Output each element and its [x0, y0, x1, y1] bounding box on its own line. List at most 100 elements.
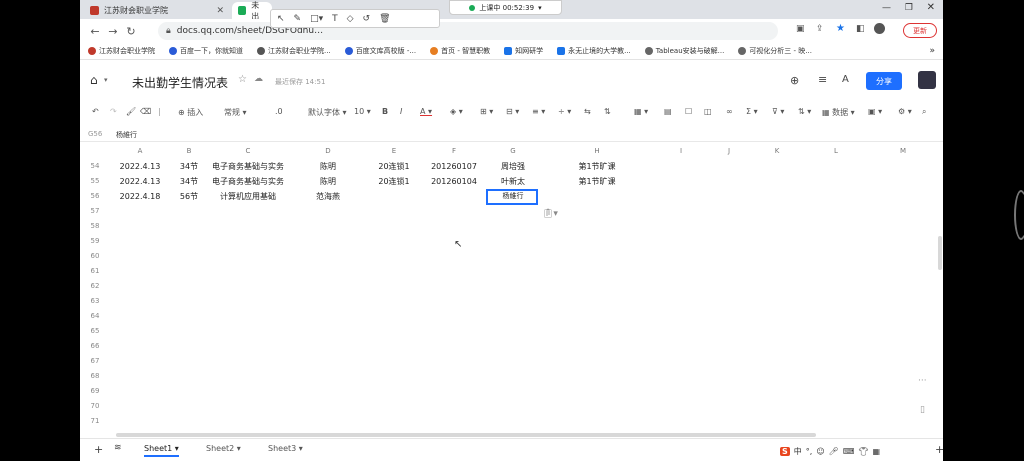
punct-icon[interactable]: °,: [806, 447, 813, 456]
row-header[interactable]: 57: [80, 204, 110, 219]
row-header[interactable]: 70: [80, 399, 110, 414]
sum-icon[interactable]: Σ ▾: [746, 107, 758, 116]
col-header-j[interactable]: J: [706, 145, 752, 158]
chevron-down-icon[interactable]: ▾: [104, 76, 108, 84]
filter-icon[interactable]: ⊽ ▾: [772, 107, 784, 116]
row-header[interactable]: 69: [80, 384, 110, 399]
formula-input[interactable]: 杨維行: [116, 130, 137, 140]
col-header-c[interactable]: C: [208, 145, 288, 158]
cell[interactable]: 2022.4.18: [110, 189, 170, 204]
text-dir-icon[interactable]: ⇅: [604, 107, 611, 116]
emoji-icon[interactable]: ☺: [816, 447, 824, 456]
cell[interactable]: [420, 189, 488, 204]
format-painter-icon[interactable]: 🖌︎: [126, 107, 136, 116]
bookmark-6[interactable]: 永无止境的大学教...: [557, 46, 631, 56]
col-header-e[interactable]: E: [368, 145, 420, 158]
row-header[interactable]: 56: [80, 189, 110, 204]
restore-icon[interactable]: ❐: [905, 3, 913, 13]
profile-avatar[interactable]: [874, 23, 885, 34]
close-tab-icon[interactable]: ✕: [216, 6, 224, 16]
cell[interactable]: 2022.4.13: [110, 174, 170, 189]
sheet-list-icon[interactable]: ≋: [114, 443, 122, 453]
spreadsheet-grid[interactable]: A B C D E F G H I J K L M 54 55 56 57 58…: [80, 145, 943, 430]
decimal-button[interactable]: .0: [275, 107, 283, 116]
search-icon[interactable]: ⌕: [922, 107, 926, 117]
shape-icon[interactable]: □▾: [310, 14, 323, 24]
pen-icon[interactable]: ✎: [294, 14, 302, 24]
row-header[interactable]: 67: [80, 354, 110, 369]
cell[interactable]: 201260104: [420, 174, 488, 189]
vertical-scrollbar[interactable]: [938, 236, 942, 270]
row-header[interactable]: 62: [80, 279, 110, 294]
settings-icon[interactable]: ⚙ ▾: [898, 107, 912, 116]
col-header-k[interactable]: K: [752, 145, 802, 158]
row-header[interactable]: 60: [80, 249, 110, 264]
cell[interactable]: 陈明: [288, 159, 368, 174]
col-header-d[interactable]: D: [288, 145, 368, 158]
row-header[interactable]: 71: [80, 414, 110, 429]
cell[interactable]: 20连锁1: [368, 174, 420, 189]
keyboard-icon[interactable]: ⌨: [843, 447, 855, 456]
paste-options-icon[interactable]: 📋︎▾: [542, 209, 558, 219]
fill-color-icon[interactable]: ◈ ▾: [450, 107, 463, 116]
cell[interactable]: 第1节旷课: [538, 174, 656, 189]
row-header[interactable]: 59: [80, 234, 110, 249]
cell[interactable]: 20连锁1: [368, 159, 420, 174]
cell[interactable]: [538, 189, 656, 204]
col-header-l[interactable]: L: [802, 145, 870, 158]
borders-icon[interactable]: ⊞ ▾: [480, 107, 493, 116]
cell-ref[interactable]: G56: [88, 130, 102, 138]
ime-mode[interactable]: 中: [794, 446, 802, 457]
sogou-s-icon[interactable]: S: [780, 446, 790, 456]
sheet-tab-3[interactable]: Sheet3 ▾: [268, 444, 303, 453]
forward-icon[interactable]: →: [104, 25, 122, 38]
row-header[interactable]: 68: [80, 369, 110, 384]
bookmark-star-icon[interactable]: ★: [836, 23, 845, 34]
col-header-m[interactable]: M: [870, 145, 936, 158]
skin-icon[interactable]: 👕︎: [858, 447, 868, 456]
close-window-icon[interactable]: ✕: [927, 2, 935, 13]
doc-title[interactable]: 未出勤学生情况表: [132, 74, 228, 91]
home-icon[interactable]: ⌂: [90, 73, 98, 87]
sidepanel-icon[interactable]: ◧: [856, 24, 865, 34]
font-size-select[interactable]: 10 ▾: [354, 107, 371, 116]
col-header-g[interactable]: G: [488, 145, 538, 158]
cell[interactable]: 2022.4.13: [110, 159, 170, 174]
italic-button[interactable]: I: [400, 107, 402, 116]
comment-icon[interactable]: ☐: [685, 107, 692, 116]
update-button[interactable]: 更新: [903, 23, 937, 38]
col-header-i[interactable]: I: [656, 145, 706, 158]
font-color-icon[interactable]: A ▾: [420, 107, 432, 116]
col-header-b[interactable]: B: [170, 145, 208, 158]
align-icon[interactable]: ≡ ▾: [532, 107, 545, 116]
mic-icon[interactable]: 🎤︎: [829, 447, 839, 456]
clear-format-icon[interactable]: ⌫: [140, 107, 151, 116]
row-header[interactable]: 66: [80, 339, 110, 354]
bookmark-8[interactable]: 可视化分析三 - 映...: [738, 46, 812, 56]
cell[interactable]: 周培强: [488, 159, 538, 174]
wrap-icon[interactable]: ⇆: [584, 107, 591, 116]
bookmark-1[interactable]: 百度一下，你就知道: [169, 46, 243, 56]
font-family-select[interactable]: 默认字体 ▾: [308, 107, 347, 118]
cell[interactable]: 56节: [170, 189, 208, 204]
valign-icon[interactable]: ÷ ▾: [558, 107, 571, 116]
menu-icon[interactable]: ≡: [818, 73, 827, 86]
number-format-select[interactable]: 常规 ▾: [224, 107, 247, 118]
undo-icon[interactable]: ↶: [92, 107, 99, 116]
bold-button[interactable]: B: [382, 107, 388, 116]
eraser-icon[interactable]: ◇: [347, 14, 354, 24]
sheet-tab-2[interactable]: Sheet2 ▾: [206, 444, 241, 453]
font-size-a-icon[interactable]: A: [842, 74, 849, 85]
row-header[interactable]: 54: [80, 159, 110, 174]
sort-icon[interactable]: ⇅ ▾: [798, 107, 811, 116]
chevron-down-icon[interactable]: ▾: [538, 4, 542, 12]
cell[interactable]: 第1节旷课: [538, 159, 656, 174]
star-icon[interactable]: ☆: [238, 74, 247, 85]
trash-icon[interactable]: 🗑︎: [379, 14, 390, 24]
row-header[interactable]: 64: [80, 309, 110, 324]
row-header[interactable]: 61: [80, 264, 110, 279]
row-header[interactable]: 58: [80, 219, 110, 234]
insert-button[interactable]: ⊕ 插入: [178, 107, 203, 118]
more-bookmarks-icon[interactable]: »: [929, 46, 935, 56]
share-page-icon[interactable]: ⇪: [816, 24, 824, 34]
